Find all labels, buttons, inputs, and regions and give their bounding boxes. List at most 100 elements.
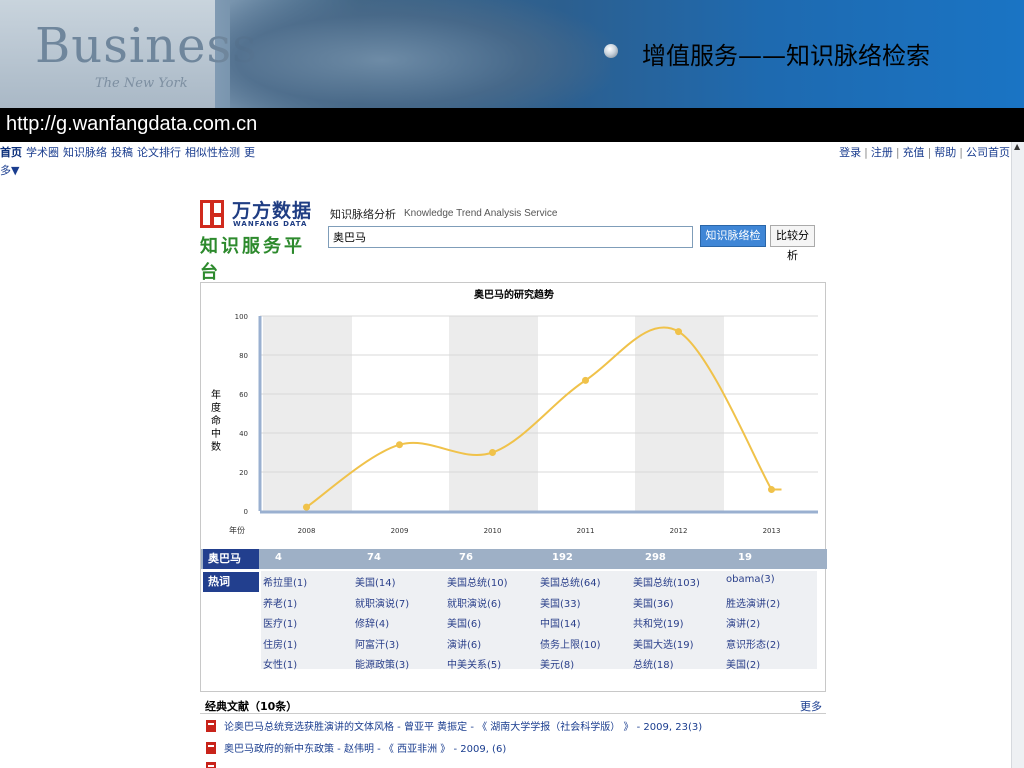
hot-word[interactable]: 美国(6) bbox=[447, 615, 481, 630]
hot-word[interactable]: 演讲(2) bbox=[726, 615, 760, 630]
x-tick-label: 2011 bbox=[577, 527, 595, 535]
hot-word[interactable]: 中国(14) bbox=[540, 615, 581, 630]
hot-word[interactable]: 美国(33) bbox=[540, 595, 581, 610]
scroll-up-icon[interactable]: ▲ bbox=[1014, 142, 1020, 151]
literature-item[interactable]: 论奥巴马总统竞选获胜演讲的文体风格 - 曾亚平 黄振定 - 《 湖南大学学报（社… bbox=[206, 718, 702, 733]
count-row: 奥巴马 4 74 76 192 298 19 bbox=[201, 549, 827, 569]
hot-word[interactable]: 总统(18) bbox=[633, 656, 674, 671]
count-cell[interactable]: 4 bbox=[275, 552, 282, 563]
vertical-scrollbar[interactable]: ▲ bbox=[1011, 142, 1024, 768]
url-caption: http://g.wanfangdata.com.cn bbox=[0, 108, 1024, 142]
hot-word[interactable]: 意识形态(2) bbox=[726, 636, 780, 651]
service-subtitle: Knowledge Trend Analysis Service bbox=[404, 208, 558, 219]
pdf-icon bbox=[206, 742, 216, 754]
classic-title: 经典文献（10条） bbox=[205, 700, 298, 713]
hot-word[interactable]: 就职演说(7) bbox=[355, 595, 409, 610]
data-point bbox=[396, 441, 403, 449]
classic-more-link[interactable]: 更多 bbox=[800, 698, 822, 714]
recharge-link[interactable]: 充值 bbox=[903, 146, 925, 159]
bullet-icon bbox=[604, 44, 618, 58]
nav-knowledge[interactable]: 知识脉络 bbox=[63, 146, 107, 159]
wanfang-logo[interactable]: 万方数据 WANFANG DATA 知识服务平台 bbox=[200, 198, 320, 283]
nav-more[interactable]: 更 bbox=[244, 146, 255, 159]
hot-word[interactable]: 能源政策(3) bbox=[355, 656, 409, 671]
hot-word[interactable]: 希拉里(1) bbox=[263, 574, 307, 589]
separator: | bbox=[864, 146, 868, 159]
hot-word[interactable]: 美国总统(64) bbox=[540, 574, 601, 589]
x-tick-label: 2009 bbox=[391, 527, 409, 535]
knowledge-search-button[interactable]: 知识脉络检索 bbox=[700, 225, 766, 262]
literature-title[interactable]: 奥巴马政府的新中东政策 - 赵伟明 - 《 西亚非洲 》 - 2009, (6) bbox=[224, 744, 506, 755]
logo-cn: 万方数据 bbox=[232, 200, 313, 222]
hot-word[interactable]: 共和党(19) bbox=[633, 615, 684, 630]
hot-word[interactable]: 就职演说(6) bbox=[447, 595, 501, 610]
y-tick-label: 60 bbox=[239, 391, 248, 399]
slide-title: 增值服务——知识脉络检索 bbox=[642, 42, 930, 70]
literature-title[interactable]: 论奥巴马总统竞选获胜演讲的文体风格 - 曾亚平 黄振定 - 《 湖南大学学报（社… bbox=[224, 722, 702, 733]
calculator-graphic bbox=[230, 0, 610, 108]
logo-en: WANFANG DATA bbox=[233, 220, 308, 228]
hot-word[interactable]: 阿富汗(3) bbox=[355, 636, 399, 651]
nav-more-dropdown[interactable]: 多▼ bbox=[0, 162, 19, 178]
register-link[interactable]: 注册 bbox=[871, 146, 893, 159]
hot-word[interactable]: 修辞(4) bbox=[355, 615, 389, 630]
hot-word[interactable]: 医疗(1) bbox=[263, 615, 297, 630]
compare-button[interactable]: 比较分析 bbox=[770, 225, 815, 262]
hot-word[interactable]: 住房(1) bbox=[263, 636, 297, 651]
data-point bbox=[582, 376, 589, 384]
hot-word[interactable]: 美元(8) bbox=[540, 656, 574, 671]
account-nav: 登录 | 注册 | 充值 | 帮助 | 公司首页 bbox=[839, 144, 1010, 160]
hot-word[interactable]: 美国(14) bbox=[355, 574, 396, 589]
hot-words-label: 热词 bbox=[203, 572, 259, 592]
pdf-icon bbox=[206, 762, 216, 768]
count-cell[interactable]: 298 bbox=[645, 552, 666, 563]
hot-word[interactable]: 中美关系(5) bbox=[447, 656, 501, 671]
logo-tagline: 知识服务平台 bbox=[200, 236, 305, 283]
nav-similarity[interactable]: 相似性检测 bbox=[185, 146, 240, 159]
hot-word[interactable]: 美国大选(19) bbox=[633, 636, 694, 651]
hot-word[interactable]: 美国总统(10) bbox=[447, 574, 508, 589]
separator: | bbox=[959, 146, 963, 159]
data-point bbox=[768, 486, 775, 494]
hot-word[interactable]: 美国(2) bbox=[726, 656, 760, 671]
nav-ranking[interactable]: 论文排行 bbox=[137, 146, 181, 159]
hot-word[interactable]: 美国(36) bbox=[633, 595, 674, 610]
count-cell[interactable]: 74 bbox=[367, 552, 381, 563]
literature-item[interactable] bbox=[206, 762, 224, 768]
y-tick-label: 40 bbox=[239, 430, 248, 438]
hot-word[interactable]: 债务上限(10) bbox=[540, 636, 601, 651]
login-link[interactable]: 登录 bbox=[839, 146, 861, 159]
count-cell[interactable]: 19 bbox=[738, 552, 752, 563]
company-link[interactable]: 公司首页 bbox=[966, 146, 1010, 159]
service-title: 知识脉络分析 bbox=[330, 208, 396, 221]
hot-word[interactable]: obama(3) bbox=[726, 574, 775, 585]
hot-word[interactable]: 胜选演讲(2) bbox=[726, 595, 780, 610]
hot-word[interactable]: 美国总统(103) bbox=[633, 574, 700, 589]
nav-home[interactable]: 首页 bbox=[0, 146, 22, 159]
browser-page: 首页 学术圈 知识脉络 投稿 论文排行 相似性检测更 多▼ 登录 | 注册 | 充值 | 帮助 | 公司首… bbox=[0, 142, 1024, 768]
x-tick-label: 2008 bbox=[298, 527, 316, 535]
classic-header: 经典文献（10条） 更多 bbox=[200, 696, 826, 714]
y-tick-label: 20 bbox=[239, 469, 248, 477]
count-cell[interactable]: 76 bbox=[459, 552, 473, 563]
nav-submit[interactable]: 投稿 bbox=[111, 146, 133, 159]
search-input[interactable] bbox=[328, 226, 693, 248]
y-tick-label: 0 bbox=[244, 508, 248, 516]
banner-word: Business bbox=[35, 18, 258, 74]
logo-mark-icon bbox=[200, 200, 224, 228]
x-tick-label: 2012 bbox=[670, 527, 688, 535]
y-tick-label: 80 bbox=[239, 352, 248, 360]
nav-scholar[interactable]: 学术圈 bbox=[26, 146, 59, 159]
y-axis-label: 年度命中数 bbox=[211, 388, 221, 453]
literature-item[interactable]: 奥巴马政府的新中东政策 - 赵伟明 - 《 西亚非洲 》 - 2009, (6) bbox=[206, 740, 506, 755]
data-point bbox=[489, 449, 496, 456]
url-text: http://g.wanfangdata.com.cn bbox=[6, 113, 258, 135]
separator: | bbox=[895, 146, 900, 159]
hot-word[interactable]: 养老(1) bbox=[263, 595, 297, 610]
hot-word[interactable]: 演讲(6) bbox=[447, 636, 481, 651]
count-cell[interactable]: 192 bbox=[552, 552, 573, 563]
classic-literature: 经典文献（10条） 更多 论奥巴马总统竞选获胜演讲的文体风格 - 曾亚平 黄振定… bbox=[200, 696, 826, 768]
x-axis-label: 年份 bbox=[229, 525, 245, 535]
hot-word[interactable]: 女性(1) bbox=[263, 656, 297, 671]
help-link[interactable]: 帮助 bbox=[934, 146, 956, 159]
